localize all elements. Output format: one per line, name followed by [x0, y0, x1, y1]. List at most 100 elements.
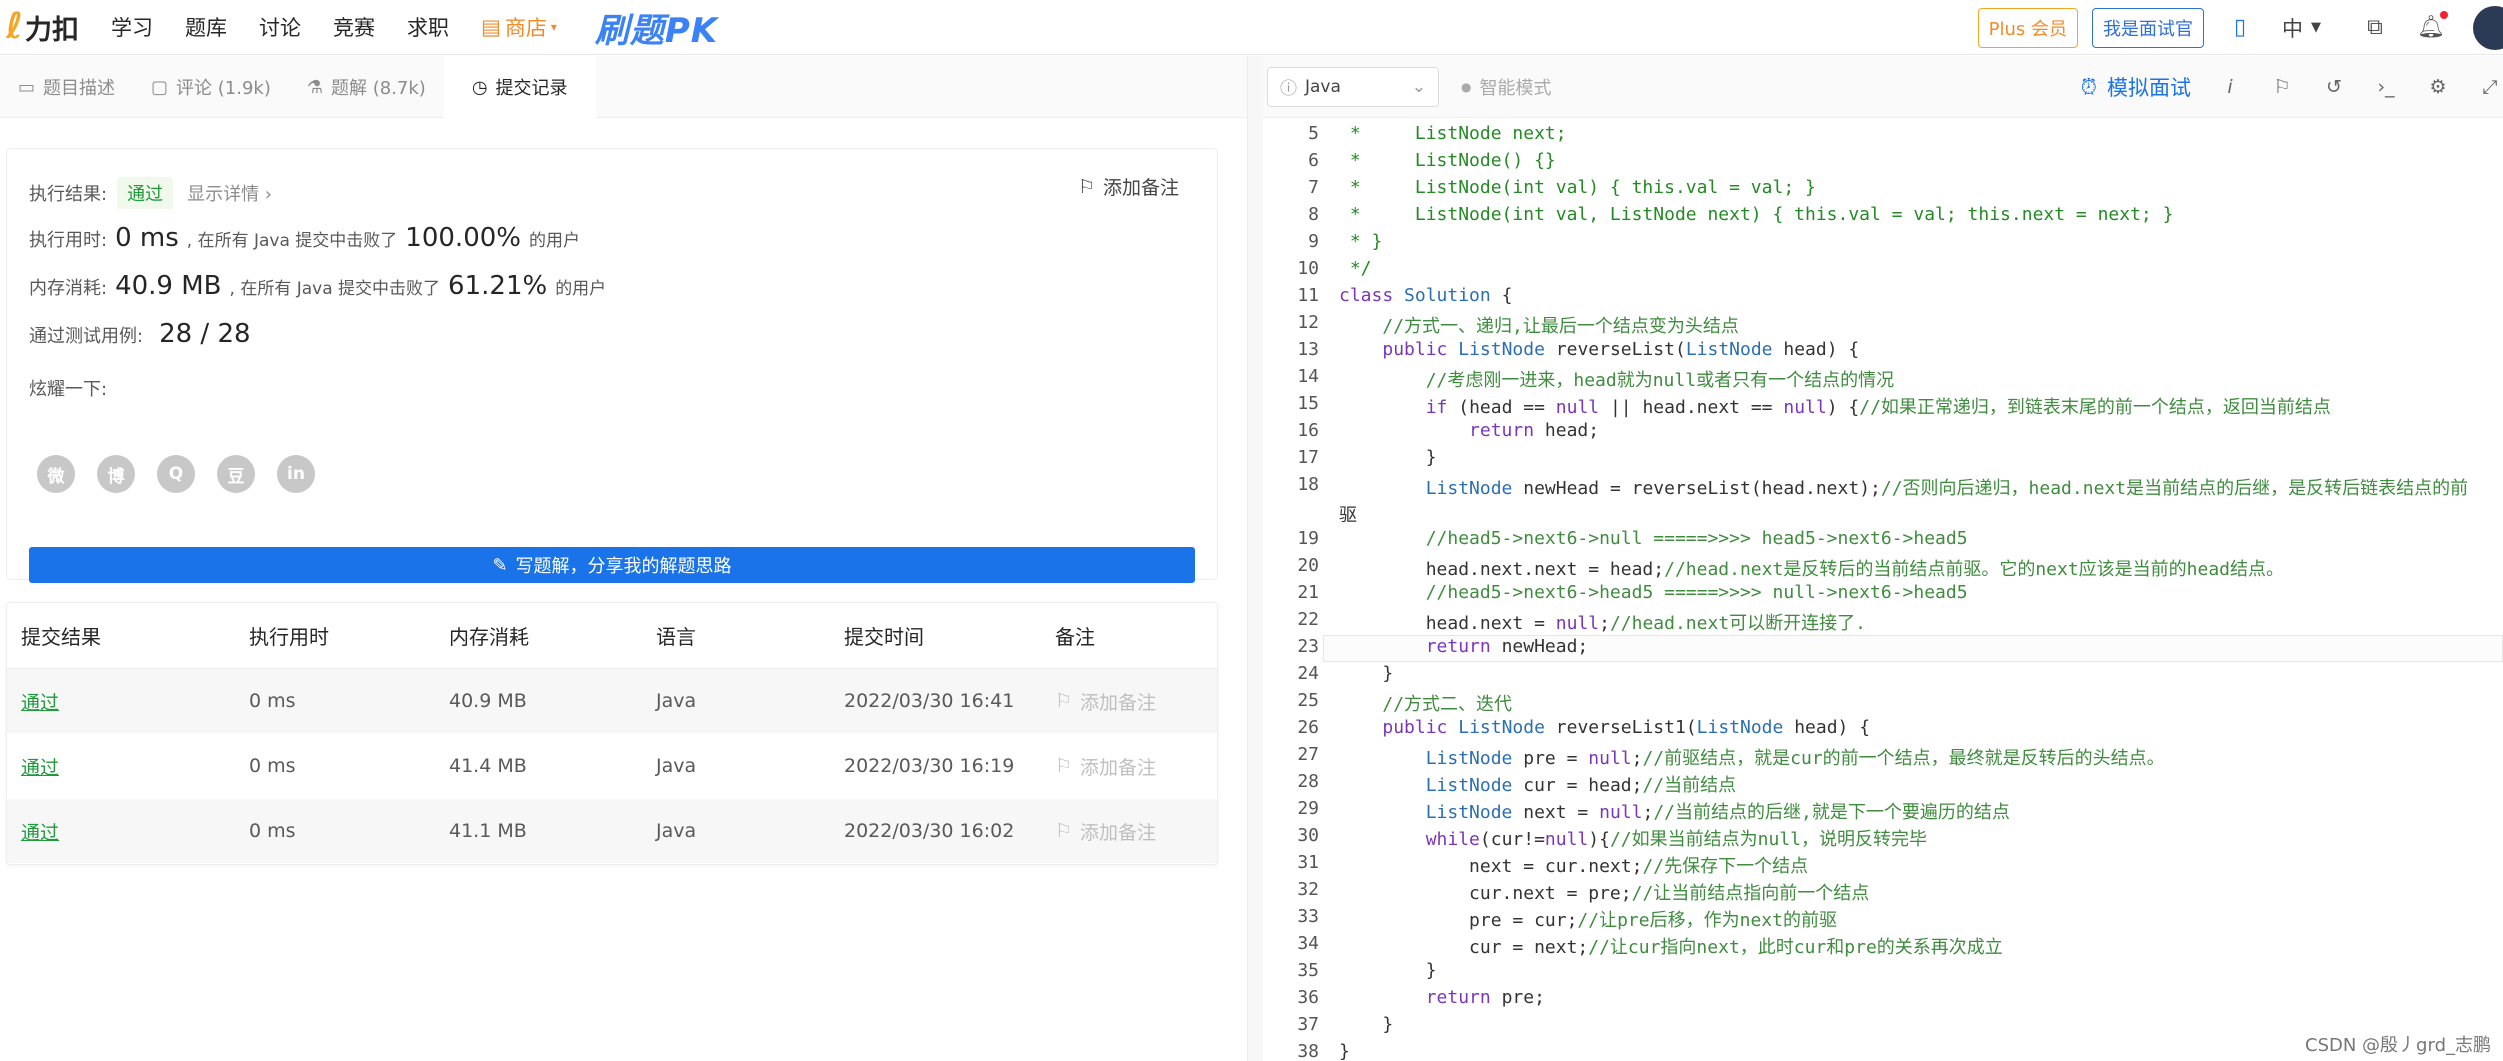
code-line[interactable]: class Solution {: [1339, 285, 1512, 306]
line-number: 23: [1297, 636, 1319, 657]
line-number: 11: [1297, 285, 1319, 306]
code-line[interactable]: }: [1339, 1014, 1393, 1035]
smart-mode-toggle[interactable]: ● 智能模式: [1461, 74, 1551, 100]
linkedin-icon[interactable]: in: [277, 455, 315, 493]
add-remark-cell[interactable]: ⚐ 添加备注: [1055, 753, 1217, 780]
result-link[interactable]: 通过: [7, 688, 249, 715]
table-header: 提交结果 执行用时 内存消耗 语言 提交时间 备注: [7, 603, 1217, 669]
plus-member-button[interactable]: Plus 会员: [1977, 7, 2078, 48]
show-details-link[interactable]: 显示详情 ›: [187, 180, 272, 206]
panel-resize-handle[interactable]: [1247, 56, 1263, 1061]
code-line[interactable]: public ListNode reverseList(ListNode hea…: [1339, 339, 1859, 360]
nav-item-learn[interactable]: 学习: [111, 12, 153, 42]
result-link[interactable]: 通过: [7, 818, 249, 845]
code-line[interactable]: //head5->next6->null =====>>>> head5->ne…: [1339, 528, 1968, 549]
problem-tabs: ▭ 题目描述 ▢ 评论 (1.9k) ⚗ 题解 (8.7k) ◷ 提交记录: [0, 56, 1247, 118]
code-line[interactable]: //方式一、递归,让最后一个结点变为头结点: [1339, 312, 1739, 338]
code-line[interactable]: * ListNode(int val, ListNode next) { thi…: [1339, 204, 2174, 225]
weibo-icon[interactable]: 博: [97, 455, 135, 493]
tab-description[interactable]: ▭ 题目描述: [0, 56, 133, 118]
reset-icon[interactable]: ↺: [2321, 76, 2347, 98]
mock-interview-label: 模拟面试: [2107, 76, 2191, 100]
table-row[interactable]: 通过 0 ms 40.9 MB Java 2022/03/30 16:41 ⚐ 添…: [7, 669, 1217, 734]
code-line[interactable]: }: [1339, 663, 1393, 684]
code-line[interactable]: if (head == null || head.next == null) {…: [1339, 393, 2331, 419]
pk-banner[interactable]: 刷题PK: [595, 3, 718, 52]
douban-icon[interactable]: 豆: [217, 455, 255, 493]
clock-icon: ◷: [471, 76, 488, 98]
table-row[interactable]: 通过 0 ms 41.4 MB Java 2022/03/30 16:19 ⚐ 添…: [7, 734, 1217, 799]
code-line[interactable]: }: [1339, 960, 1437, 981]
code-line[interactable]: cur = next;//让cur指向next，此时cur和pre的关系再次成立: [1339, 933, 2003, 959]
language-switch[interactable]: 中 ▼: [2282, 13, 2321, 43]
code-line[interactable]: return head;: [1339, 420, 1599, 441]
code-line[interactable]: head.next.next = head;//head.next是反转后的当前…: [1339, 555, 2284, 581]
tab-submissions[interactable]: ◷ 提交记录: [443, 56, 596, 118]
mock-interview-button[interactable]: ⏰︎ 模拟面试: [2081, 72, 2191, 102]
notification-bell-icon[interactable]: 🔔︎: [2417, 10, 2448, 42]
nav-item-jobs[interactable]: 求职: [407, 12, 449, 42]
code-line[interactable]: ListNode newHead = reverseList(head.next…: [1339, 474, 2468, 500]
code-line[interactable]: * ListNode() {}: [1339, 150, 1556, 171]
tab-comments[interactable]: ▢ 评论 (1.9k): [133, 56, 289, 118]
mobile-icon[interactable]: ▯: [2226, 14, 2254, 42]
code-line[interactable]: return pre;: [1339, 987, 1545, 1008]
add-remark-cell[interactable]: ⚐ 添加备注: [1055, 688, 1217, 715]
code-line[interactable]: while(cur!=null){//如果当前结点为null，说明反转完毕: [1339, 825, 1927, 851]
code-line[interactable]: //head5->next6->head5 =====>>>> null->ne…: [1339, 582, 1968, 603]
nav-item-discuss[interactable]: 讨论: [259, 12, 301, 42]
nav-item-problems[interactable]: 题库: [185, 12, 227, 42]
code-line[interactable]: ListNode next = null;//当前结点的后继,就是下一个要遍历的…: [1339, 798, 2010, 824]
line-number: 16: [1297, 420, 1319, 441]
chevron-down-icon: ▼: [2311, 20, 2321, 35]
nav-item-contest[interactable]: 竞赛: [333, 12, 375, 42]
leetcode-logo[interactable]: ℓ 力扣: [6, 0, 79, 55]
gear-icon[interactable]: ⚙: [2425, 76, 2451, 98]
language-select[interactable]: ⓘ Java ⌄: [1267, 66, 1439, 107]
write-solution-button[interactable]: ✎ 写题解，分享我的解题思路: [29, 547, 1195, 583]
flag-icon: ⚐: [1055, 690, 1073, 712]
fullscreen-icon[interactable]: ⤢: [2477, 76, 2503, 98]
code-line[interactable]: cur.next = pre;//让当前结点指向前一个结点: [1339, 879, 1869, 905]
code-line[interactable]: * ListNode next;: [1339, 123, 1567, 144]
line-number: 36: [1297, 987, 1319, 1008]
add-remark-button[interactable]: ⚐ 添加备注: [1078, 173, 1179, 200]
runtime-row: 执行用时: 0 ms , 在所有 Java 提交中击败了 100.00% 的用户: [29, 223, 580, 253]
code-line[interactable]: head.next = null;//head.next可以断开连接了.: [1339, 609, 1866, 635]
code-line[interactable]: //方式二、迭代: [1339, 690, 1512, 716]
terminal-icon[interactable]: ›_: [2373, 76, 2399, 98]
code-line[interactable]: next = cur.next;//先保存下一个结点: [1339, 852, 1808, 878]
language-cell: Java: [656, 820, 697, 842]
result-link[interactable]: 通过: [7, 753, 249, 780]
code-editor[interactable]: 5 * ListNode next; 6 * ListNode() {} 7 * L…: [1263, 118, 2503, 1061]
code-line[interactable]: ListNode pre = null;//前驱结点，就是cur的前一个结点，最…: [1339, 744, 2165, 770]
code-line[interactable]: * }: [1339, 231, 1383, 252]
video-icon[interactable]: ⧉: [2361, 14, 2389, 42]
table-row[interactable]: 通过 0 ms 41.1 MB Java 2022/03/30 16:02 ⚐ 添…: [7, 799, 1217, 864]
code-line[interactable]: //考虑刚一进来，head就为null或者只有一个结点的情况: [1339, 366, 1894, 392]
code-line[interactable]: ListNode cur = head;//当前结点: [1339, 771, 1736, 797]
avatar[interactable]: [2473, 5, 2503, 50]
code-line[interactable]: pre = cur;//让pre后移，作为next的前驱: [1339, 906, 1837, 932]
qq-icon[interactable]: Q: [157, 455, 195, 493]
code-line[interactable]: }: [1339, 1041, 1350, 1061]
line-number: 38: [1297, 1041, 1319, 1061]
time-cell: 2022/03/30 16:41: [844, 690, 1015, 712]
code-line[interactable]: return newHead;: [1339, 636, 1589, 657]
notification-dot: [2440, 10, 2448, 19]
time-cell: 2022/03/30 16:19: [844, 755, 1015, 777]
code-line[interactable]: public ListNode reverseList1(ListNode he…: [1339, 717, 1870, 738]
add-remark-cell[interactable]: ⚐ 添加备注: [1055, 818, 1217, 845]
run-flag-icon[interactable]: ⚐: [2269, 76, 2295, 98]
nav-item-store[interactable]: ▤ 商店 ▾: [481, 12, 557, 42]
code-line[interactable]: * ListNode(int val) { this.val = val; }: [1339, 177, 1816, 198]
code-line[interactable]: */: [1339, 258, 1372, 279]
code-line[interactable]: }: [1339, 447, 1437, 468]
info-icon[interactable]: i: [2217, 76, 2243, 98]
tab-solutions[interactable]: ⚗ 题解 (8.7k): [289, 56, 444, 118]
line-number: 7: [1308, 177, 1319, 198]
code-line[interactable]: 驱: [1339, 501, 1357, 527]
wechat-icon[interactable]: 微: [37, 455, 75, 493]
interviewer-button[interactable]: 我是面试官: [2092, 7, 2204, 48]
alarm-clock-icon: ⏰︎: [2080, 74, 2097, 99]
